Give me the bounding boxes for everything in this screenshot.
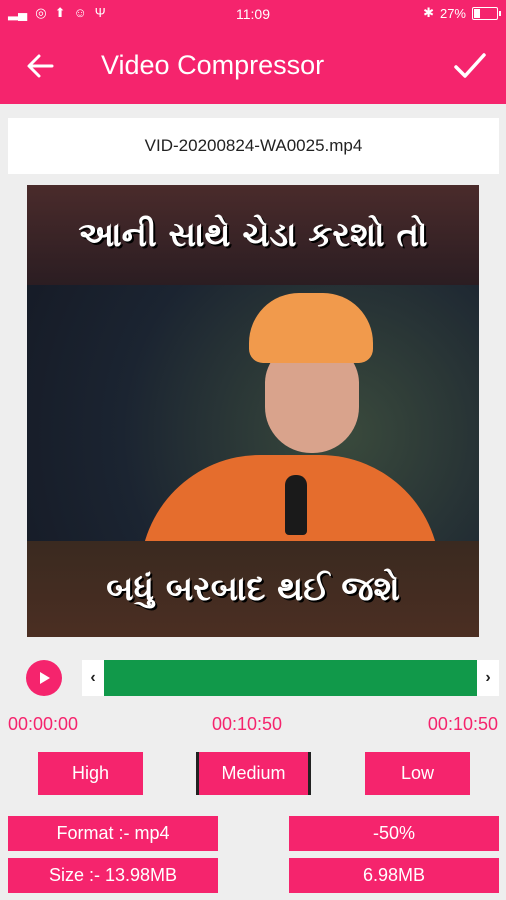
video-preview[interactable]: આની સાથે ચેડા કરશો તો બધું બરબાદ થઈ જશે: [27, 185, 479, 637]
status-icons-right: ✱ 27%: [423, 5, 501, 21]
page-title: Video Compressor: [101, 50, 325, 80]
current-time: 00:10:50: [212, 714, 283, 734]
trim-bar[interactable]: ‹ ›: [82, 660, 499, 696]
compressed-size-info: 6.98MB: [289, 858, 499, 893]
start-time: 00:00:00: [8, 714, 79, 734]
quality-low-button[interactable]: Low: [365, 752, 470, 795]
trim-selected-range[interactable]: [104, 660, 477, 696]
trim-handle-left[interactable]: ‹: [82, 660, 104, 696]
app-bar: Video Compressor: [0, 28, 506, 104]
battery-level: [474, 8, 480, 18]
video-caption-bottom: બધું બરબાદ થઈ જશે: [27, 541, 479, 637]
quality-high-button[interactable]: High: [38, 752, 143, 795]
video-caption-top: આની સાથે ચેડા કરશો તો: [27, 185, 479, 285]
original-size-info: Size :- 13.98MB: [8, 858, 218, 893]
format-info: Format :- mp4: [8, 816, 218, 851]
trim-handle-right[interactable]: ›: [477, 660, 499, 696]
quality-medium-button[interactable]: Medium: [196, 752, 311, 795]
video-microphone: [285, 475, 307, 535]
play-icon: [40, 672, 50, 684]
arrow-left-icon[interactable]: [24, 50, 56, 82]
check-icon[interactable]: [452, 48, 488, 84]
video-turban: [249, 293, 373, 363]
end-time: 00:10:50: [427, 714, 498, 734]
file-name: VID-20200824-WA0025.mp4: [8, 118, 499, 174]
bluetooth-icon: ✱: [423, 5, 434, 20]
battery-percent: 27%: [439, 5, 466, 21]
play-button[interactable]: [26, 660, 62, 696]
reduction-info: -50%: [289, 816, 499, 851]
battery-icon: [472, 6, 501, 20]
video-person: [249, 293, 373, 453]
status-bar: ▂▄ ◎ ⬆ ☺ Ψ 11:09 ✱ 27%: [0, 0, 506, 28]
